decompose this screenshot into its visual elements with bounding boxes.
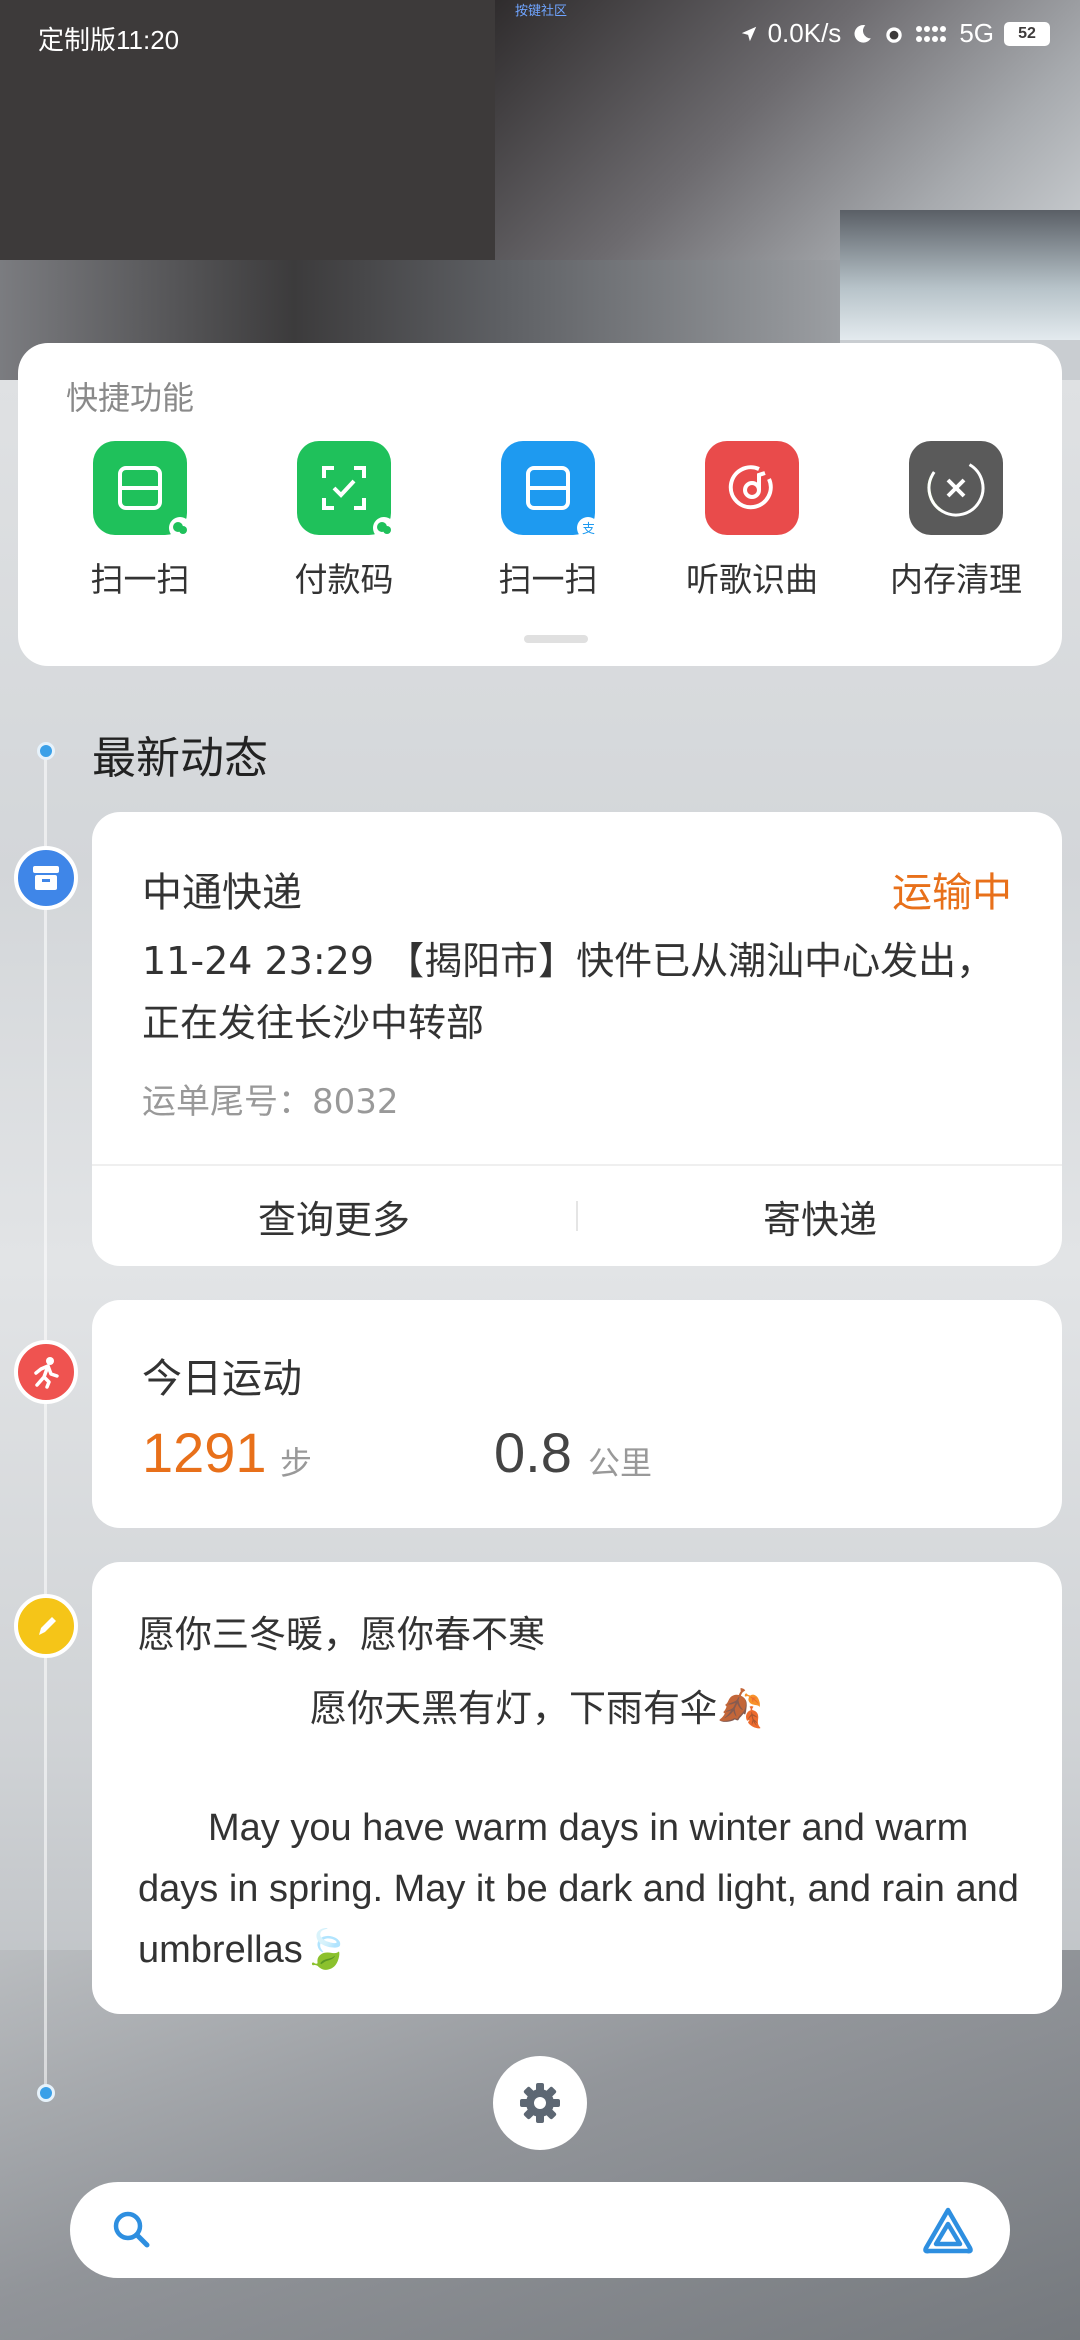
status-center-text: 按键社区	[515, 4, 568, 19]
note-line: 愿你三冬暖，愿你春不寒	[138, 1613, 545, 1656]
note-english-text: May you have warm days in winter and war…	[138, 1807, 1019, 1971]
svg-text:支: 支	[582, 522, 595, 536]
express-detail: 11-24 23:29 【揭阳市】快件已从潮汕中心发出，正在发往长沙中转部	[142, 939, 995, 1045]
quick-item-label: 内存清理	[890, 560, 1022, 599]
sport-card[interactable]: 今日运动 1291 步 0.8 公里	[92, 1300, 1062, 1528]
status-right-group: 0.0K/s 5G 52	[740, 18, 1050, 49]
alarm-icon	[886, 26, 903, 43]
quick-item-music-recognition[interactable]: 听歌识曲	[650, 441, 854, 601]
express-actions: 查询更多 寄快递	[92, 1166, 1062, 1266]
search-icon	[113, 2211, 150, 2248]
express-company: 中通快递	[142, 870, 302, 916]
moon-icon	[854, 24, 872, 43]
step-unit: 步	[280, 1444, 313, 1482]
quick-item-memory-clean[interactable]: 内存清理	[854, 441, 1058, 601]
battery-icon: 52	[1004, 21, 1050, 46]
sport-title: 今日运动	[142, 1356, 302, 1402]
quick-functions-list: 扫一扫 付款码 支 扫一扫 听歌识曲 内存清理	[18, 441, 1062, 601]
quick-item-wechat-pay-code[interactable]: 付款码	[242, 441, 446, 601]
wechat-pay-code-icon	[297, 441, 395, 539]
timeline-dot	[37, 742, 55, 760]
search-input[interactable]	[180, 2202, 920, 2258]
express-status: 运输中	[892, 870, 1012, 916]
note-card[interactable]: 愿你三冬暖，愿你春不寒 愿你天黑有灯，下雨有伞🍂 May you have wa…	[92, 1562, 1062, 2014]
network-speed: 0.0K/s	[767, 18, 842, 48]
quick-functions-card: 快捷功能 扫一扫 付款码 支 扫一扫 听歌识曲 内存清理	[18, 343, 1062, 666]
status-time: 定制版11:20	[38, 25, 180, 55]
package-icon	[14, 846, 78, 910]
alipay-scan-icon: 支	[501, 441, 599, 539]
distance-value: 0.8	[494, 1421, 572, 1484]
gear-icon	[520, 2083, 560, 2123]
wechat-scan-icon	[93, 441, 191, 539]
pencil-icon	[14, 1594, 78, 1658]
signal-dots-icon	[916, 25, 947, 42]
music-recognition-icon	[705, 441, 799, 535]
step-count: 1291	[142, 1421, 267, 1484]
settings-button[interactable]	[493, 2056, 587, 2150]
quick-item-label: 付款码	[294, 560, 394, 599]
quick-functions-title: 快捷功能	[66, 379, 195, 417]
timeline-dot	[37, 2084, 55, 2102]
status-bar: 定制版11:20 按键社区 0.0K/s 5G 52	[0, 0, 1080, 70]
quick-item-alipay-scan[interactable]: 支 扫一扫	[446, 441, 650, 601]
feed-title: 最新动态	[92, 733, 268, 784]
card-drag-handle[interactable]	[524, 635, 588, 643]
query-more-button[interactable]: 查询更多	[92, 1189, 576, 1244]
search-bar[interactable]	[70, 2182, 1010, 2278]
express-tracking-number: 运单尾号：8032	[142, 1082, 399, 1122]
signal-type: 5G	[959, 18, 994, 48]
ai-assistant-icon[interactable]	[920, 2204, 976, 2256]
distance-unit: 公里	[588, 1444, 653, 1482]
express-card[interactable]: 中通快递 运输中 11-24 23:29 【揭阳市】快件已从潮汕中心发出，正在发…	[92, 812, 1062, 1266]
location-arrow-icon	[741, 26, 756, 41]
quick-item-wechat-scan[interactable]: 扫一扫	[38, 441, 242, 601]
quick-item-label: 听歌识曲	[686, 560, 818, 599]
note-line: 愿你天黑有灯，下雨有伞🍂	[310, 1687, 764, 1730]
timeline-line	[44, 752, 47, 2092]
quick-item-label: 扫一扫	[90, 560, 190, 599]
send-express-button[interactable]: 寄快递	[578, 1189, 1062, 1244]
memory-clean-icon	[909, 441, 1003, 535]
running-icon	[14, 1340, 78, 1404]
quick-item-label: 扫一扫	[498, 560, 598, 599]
